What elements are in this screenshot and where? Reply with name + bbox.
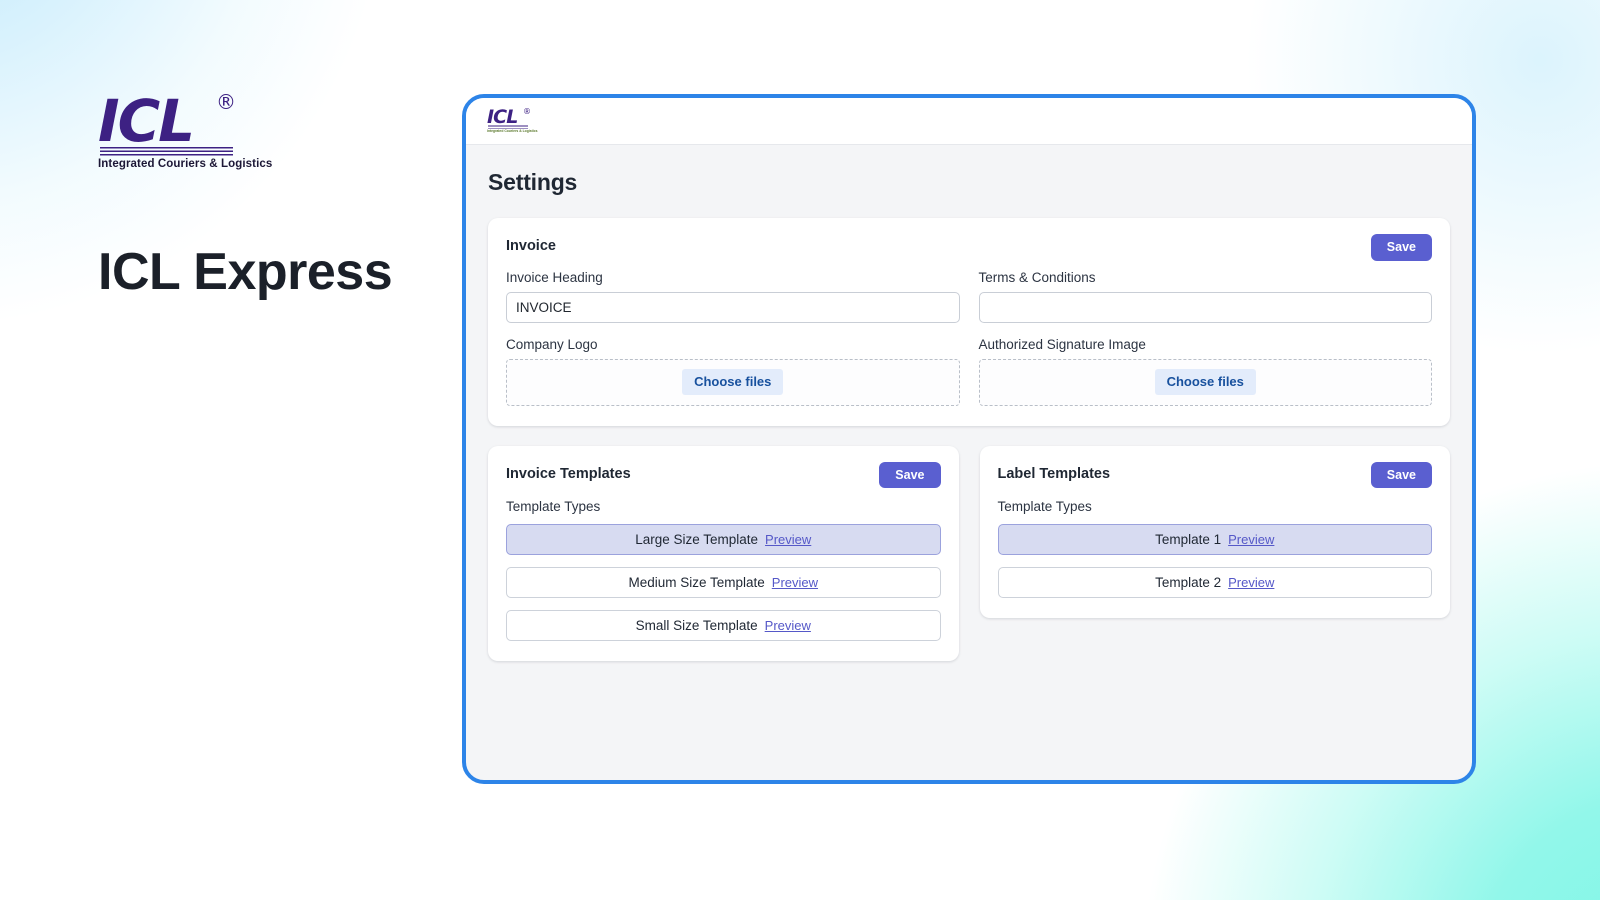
label-template-label: Template 2 xyxy=(1155,575,1222,590)
invoice-save-button[interactable]: Save xyxy=(1370,234,1432,261)
invoice-templates-card-header: Invoice Templates Save xyxy=(506,461,941,488)
terms-conditions-input[interactable] xyxy=(978,291,1432,323)
invoice-template-label: Large Size Template xyxy=(635,532,759,547)
invoice-templates-card-title: Invoice Templates xyxy=(506,465,631,482)
invoice-template-preview-link[interactable]: Preview xyxy=(765,618,811,633)
brand-title: ICL Express xyxy=(98,243,393,301)
app-header-logo[interactable]: ICL ® Integrated Couriers & Logistics xyxy=(487,107,538,134)
app-header-logo-tagline: Integrated Couriers & Logistics xyxy=(487,129,538,133)
label-template-option-2[interactable]: Template 2 Preview xyxy=(997,567,1432,598)
icl-logo-stripes xyxy=(100,147,233,157)
label-template-preview-link[interactable]: Preview xyxy=(1228,575,1274,590)
invoice-templates-list: Large Size Template Preview Medium Size … xyxy=(506,524,941,641)
invoice-templates-card: Invoice Templates Save Template Types La… xyxy=(488,445,959,661)
invoice-template-preview-link[interactable]: Preview xyxy=(765,532,811,547)
label-templates-card-title: Label Templates xyxy=(997,465,1111,482)
invoice-card: Invoice Save Invoice Heading Terms & Con… xyxy=(488,218,1450,426)
company-logo-dropzone[interactable]: Choose files xyxy=(506,358,960,406)
authorized-signature-dropzone[interactable]: Choose files xyxy=(978,358,1432,406)
registered-trademark-icon: ® xyxy=(216,90,236,114)
brand-panel: ICL ® Integrated Couriers & Logistics IC… xyxy=(98,90,428,301)
app-header: ICL ® Integrated Couriers & Logistics xyxy=(466,98,1472,145)
icl-logo: ICL ® Integrated Couriers & Logistics xyxy=(98,90,272,174)
app-header-registered-icon: ® xyxy=(523,107,531,116)
invoice-template-label: Small Size Template xyxy=(635,618,758,633)
invoice-heading-label: Invoice Heading xyxy=(506,269,603,285)
label-template-preview-link[interactable]: Preview xyxy=(1228,532,1274,547)
terms-conditions-label: Terms & Conditions xyxy=(978,269,1096,285)
invoice-template-option-large[interactable]: Large Size Template Preview xyxy=(506,524,941,555)
invoice-fields-grid: Invoice Heading Terms & Conditions Compa… xyxy=(506,270,1432,406)
company-logo-field-block: Company Logo Choose files xyxy=(506,337,960,406)
label-template-label: Template 1 xyxy=(1155,532,1222,547)
app-window: ICL ® Integrated Couriers & Logistics Se… xyxy=(462,94,1476,784)
invoice-templates-save-button[interactable]: Save xyxy=(879,461,941,488)
authorized-signature-label: Authorized Signature Image xyxy=(978,336,1146,352)
templates-row: Invoice Templates Save Template Types La… xyxy=(488,445,1450,661)
label-templates-card-header: Label Templates Save xyxy=(997,461,1432,488)
page-title: Settings xyxy=(488,169,578,195)
icl-logo-tagline: Integrated Couriers & Logistics xyxy=(98,158,273,170)
invoice-template-preview-link[interactable]: Preview xyxy=(772,575,818,590)
company-logo-choose-files-button[interactable]: Choose files xyxy=(682,369,784,395)
invoice-template-label: Medium Size Template xyxy=(628,575,765,590)
invoice-heading-input[interactable] xyxy=(506,291,960,323)
label-templates-types-label: Template Types xyxy=(997,499,1092,514)
authorized-signature-field-block: Authorized Signature Image Choose files xyxy=(978,336,1432,406)
label-template-option-1[interactable]: Template 1 Preview xyxy=(997,524,1432,555)
authorized-signature-choose-files-button[interactable]: Choose files xyxy=(1154,369,1256,395)
label-templates-list: Template 1 Preview Template 2 Preview xyxy=(997,524,1432,598)
app-body: Settings Invoice Save Invoice Heading Te… xyxy=(466,145,1472,780)
invoice-card-title: Invoice xyxy=(506,238,556,254)
invoice-card-header: Invoice Save xyxy=(506,234,1432,261)
label-templates-card: Label Templates Save Template Types Temp… xyxy=(979,445,1450,618)
invoice-templates-types-label: Template Types xyxy=(506,499,601,514)
invoice-template-option-small[interactable]: Small Size Template Preview xyxy=(506,610,941,641)
terms-conditions-field-block: Terms & Conditions xyxy=(978,269,1432,323)
company-logo-label: Company Logo xyxy=(506,336,598,352)
invoice-template-option-medium[interactable]: Medium Size Template Preview xyxy=(506,567,941,598)
label-templates-save-button[interactable]: Save xyxy=(1370,461,1432,488)
invoice-heading-field-block: Invoice Heading xyxy=(506,270,960,323)
